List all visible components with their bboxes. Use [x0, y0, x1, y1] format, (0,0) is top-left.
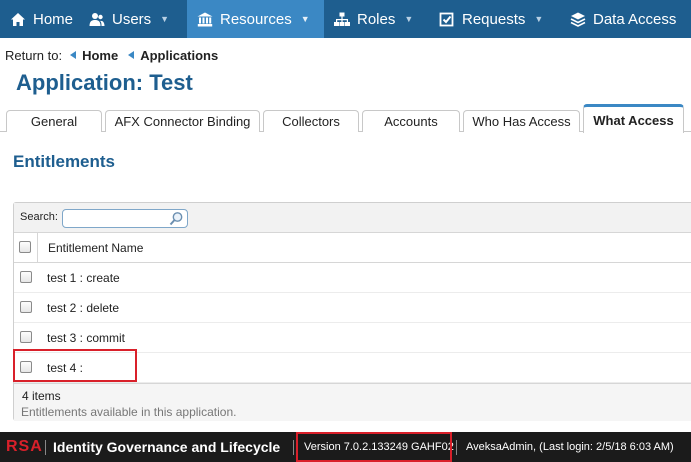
- top-navigation: Home Users ▼ Resources ▼ Roles ▼ Request…: [0, 0, 691, 38]
- stack-icon: [570, 11, 586, 27]
- row-checkbox[interactable]: [20, 301, 32, 313]
- chevron-down-icon: ▼: [300, 14, 310, 24]
- tab-what-access[interactable]: What Access: [583, 104, 684, 133]
- nav-roles[interactable]: Roles ▼: [324, 0, 429, 38]
- search-input[interactable]: [67, 211, 167, 227]
- chevron-down-icon: ▼: [160, 14, 170, 24]
- checklist-icon: [439, 11, 455, 27]
- arrow-left-icon: [70, 51, 77, 59]
- entitlement-name: test 3 : commit: [47, 331, 126, 345]
- entitlement-name: test 1 : create: [47, 271, 120, 285]
- table-row[interactable]: test 2 : delete: [14, 293, 691, 323]
- table-row[interactable]: test 3 : commit: [14, 323, 691, 353]
- table-row[interactable]: test 4 :: [14, 353, 691, 383]
- nav-data-access-label: Data Access: [593, 10, 677, 28]
- tab-who-has-access[interactable]: Who Has Access: [463, 110, 580, 132]
- sitemap-icon: [334, 11, 350, 27]
- nav-data-access[interactable]: Data Access: [560, 0, 691, 38]
- users-icon: [89, 11, 105, 27]
- user-name[interactable]: AveksaAdmin,: [466, 441, 536, 453]
- breadcrumb-link-label: Home: [82, 47, 119, 63]
- header-checkbox-cell: [14, 233, 38, 263]
- search-field: [62, 209, 188, 228]
- footer-divider: [293, 440, 294, 455]
- search-label: Search:: [20, 211, 58, 223]
- chevron-down-icon: ▼: [404, 14, 414, 24]
- row-checkbox[interactable]: [20, 271, 32, 283]
- nav-roles-label: Roles: [357, 10, 396, 28]
- tab-accounts[interactable]: Accounts: [362, 110, 460, 132]
- rsa-logo: RSA: [6, 438, 43, 455]
- last-login: (Last login: 2/5/18 6:03 AM): [539, 441, 674, 453]
- breadcrumb-link-home[interactable]: Home: [70, 48, 118, 63]
- nav-users[interactable]: Users ▼: [79, 0, 187, 38]
- version-text: Version 7.0.2.133249 GAHF02: [304, 441, 454, 453]
- tab-afx-connector-binding[interactable]: AFX Connector Binding: [105, 110, 260, 132]
- product-name: Identity Governance and Lifecycle: [53, 439, 281, 455]
- table-row[interactable]: test 1 : create: [14, 263, 691, 293]
- tab-bar: General AFX Connector Binding Collectors…: [0, 104, 691, 133]
- row-checkbox[interactable]: [20, 361, 32, 373]
- items-count: 4 items: [22, 389, 61, 403]
- nav-requests-label: Requests: [462, 10, 526, 28]
- bank-icon: [197, 11, 213, 27]
- nav-resources[interactable]: Resources ▼: [187, 0, 324, 38]
- column-header-entitlement-name[interactable]: Entitlement Name: [48, 241, 143, 255]
- nav-requests[interactable]: Requests ▼: [429, 0, 560, 38]
- grid-footer: 4 items Entitlements available in this a…: [14, 383, 691, 421]
- chevron-down-icon: ▼: [534, 14, 544, 24]
- row-checkbox[interactable]: [20, 331, 32, 343]
- tab-collectors[interactable]: Collectors: [263, 110, 359, 132]
- page-title: Application: Test: [16, 70, 193, 95]
- entitlement-name: test 2 : delete: [47, 301, 120, 315]
- breadcrumb-prefix: Return to:: [5, 47, 63, 63]
- nav-home-label: Home: [33, 10, 74, 28]
- breadcrumb-link-label: Applications: [140, 47, 219, 63]
- user-info: AveksaAdmin, (Last login: 2/5/18 6:03 AM…: [466, 441, 674, 453]
- nav-resources-label: Resources: [220, 10, 292, 28]
- footer-divider: [456, 440, 457, 455]
- footer-bar: RSA Identity Governance and Lifecycle Ve…: [0, 432, 691, 462]
- tab-general[interactable]: General: [6, 110, 102, 132]
- home-icon: [10, 11, 26, 27]
- breadcrumb-link-applications[interactable]: Applications: [128, 48, 218, 63]
- entitlement-name: test 4 :: [47, 361, 84, 375]
- nav-home[interactable]: Home: [0, 0, 79, 38]
- search-bar: Search:: [14, 203, 691, 233]
- breadcrumb: Return to: Home Applications: [5, 46, 228, 64]
- grid-description: Entitlements available in this applicati…: [21, 405, 237, 419]
- search-icon[interactable]: [169, 211, 184, 226]
- entitlements-grid: Search: Entitlement Name test 1 : create…: [13, 202, 691, 421]
- footer-divider: [45, 440, 46, 455]
- select-all-checkbox[interactable]: [19, 241, 31, 253]
- nav-users-label: Users: [112, 10, 152, 28]
- section-title: Entitlements: [13, 152, 116, 171]
- arrow-left-icon: [128, 51, 135, 59]
- grid-header: Entitlement Name: [14, 233, 691, 263]
